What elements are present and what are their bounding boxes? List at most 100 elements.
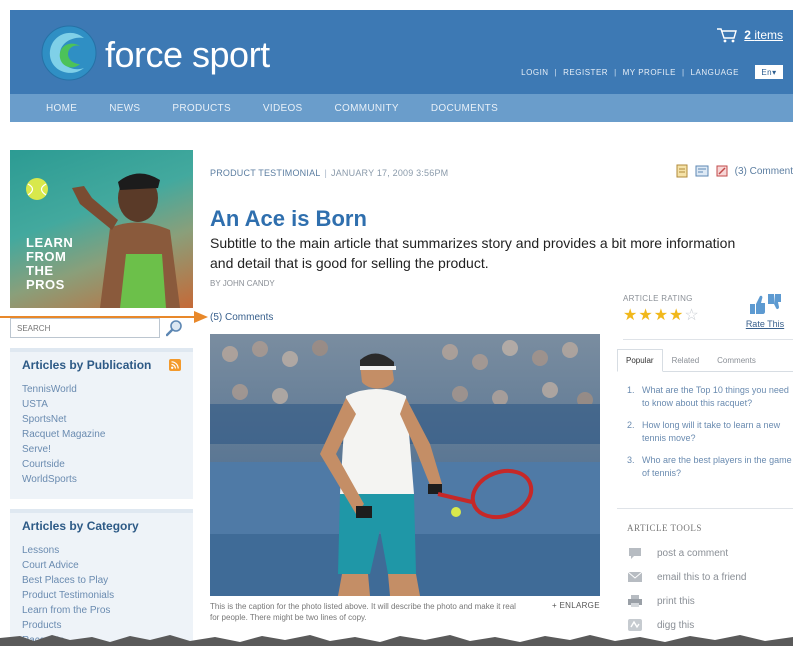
shopping-cart-icon[interactable] xyxy=(716,27,738,43)
language-label: LANGUAGE xyxy=(690,67,739,77)
star-icon[interactable]: ★ xyxy=(669,308,683,324)
cart[interactable]: 2 items xyxy=(716,27,783,43)
tennis-ball-icon xyxy=(26,178,48,200)
separator: | xyxy=(324,168,328,178)
promo-line: PROS xyxy=(26,277,65,292)
list-number: 3. xyxy=(627,455,635,465)
bookmark-icon[interactable] xyxy=(715,164,729,178)
rate-this-link[interactable]: Rate This xyxy=(746,319,784,329)
tab-bar: Popular Related Comments xyxy=(617,348,793,372)
article-date: JANUARY 17, 2009 3:56PM xyxy=(331,168,449,178)
torn-edge-decoration xyxy=(0,635,793,646)
star-icon[interactable]: ☆ xyxy=(684,308,698,324)
tool-label[interactable]: digg this xyxy=(657,620,694,631)
main-nav: HOME NEWS PRODUCTS VIDEOS COMMUNITY DOCU… xyxy=(10,94,793,122)
rss-icon[interactable] xyxy=(169,359,181,371)
list-text[interactable]: What are the Top 10 things you need to k… xyxy=(642,384,793,410)
language-select[interactable]: En ▾ xyxy=(755,65,783,79)
post-comment-tool[interactable]: post a comment xyxy=(627,541,793,565)
email-tool[interactable]: email this to a friend xyxy=(627,565,793,589)
article-meta: PRODUCT TESTIMONIAL | JANUARY 17, 2009 3:5… xyxy=(210,168,448,178)
list-item[interactable]: Serve! xyxy=(22,442,181,457)
callout-arrow xyxy=(0,311,208,323)
article-tools: ARTICLE TOOLS post a comment email this … xyxy=(617,508,793,637)
logo-icon[interactable] xyxy=(40,24,98,82)
nav-news[interactable]: NEWS xyxy=(77,103,140,114)
article-byline: BY JOHN CANDY xyxy=(210,279,275,288)
list-item[interactable]: 1. What are the Top 10 things you need to… xyxy=(627,384,793,410)
publication-title-text: Articles by Publication xyxy=(22,358,152,372)
tool-label[interactable]: print this xyxy=(657,596,695,607)
share-icon[interactable] xyxy=(695,164,709,178)
list-item[interactable]: Product Testimonials xyxy=(22,588,181,603)
publication-box-title: Articles by Publication xyxy=(22,358,181,372)
promo-banner[interactable]: LEARN FROM THE PROS xyxy=(10,150,193,308)
separator: | xyxy=(681,67,685,77)
enlarge-link[interactable]: + ENLARGE xyxy=(552,601,600,610)
rating-stars[interactable]: ★ ★ ★ ★ ☆ xyxy=(623,308,699,324)
list-item[interactable]: Lessons xyxy=(22,543,181,558)
articles-by-category: Articles by Category Lessons Court Advic… xyxy=(10,509,193,646)
tool-label[interactable]: email this to a friend xyxy=(657,572,747,583)
list-item[interactable]: 3. Who are the best players in the game o… xyxy=(627,454,793,480)
comments-link[interactable]: (5) Comments xyxy=(210,312,273,323)
top-margin xyxy=(0,0,793,10)
promo-line: LEARN xyxy=(26,235,74,250)
brand-name[interactable]: force sport xyxy=(105,34,270,76)
separator: | xyxy=(614,67,617,77)
comments-count-link[interactable]: (3) Comment xyxy=(735,166,793,177)
tab-related[interactable]: Related xyxy=(663,349,709,371)
article-rating: ARTICLE RATING ★ ★ ★ ★ ☆ Rate This xyxy=(623,290,793,340)
cart-items-link[interactable]: 2 items xyxy=(744,28,783,42)
print-tool[interactable]: print this xyxy=(627,589,793,613)
list-item[interactable]: Racquet Magazine xyxy=(22,427,181,442)
my-profile-link[interactable]: MY PROFILE xyxy=(623,68,676,77)
list-text[interactable]: Who are the best players in the game of … xyxy=(642,454,793,480)
list-item[interactable]: TennisWorld xyxy=(22,382,181,397)
article-photo[interactable] xyxy=(210,334,600,596)
register-link[interactable]: REGISTER xyxy=(563,68,608,77)
digg-icon xyxy=(628,619,642,631)
nav-community[interactable]: COMMUNITY xyxy=(303,103,399,114)
list-item[interactable]: Courtside xyxy=(22,457,181,472)
list-item[interactable]: Products xyxy=(22,618,181,633)
tab-popular[interactable]: Popular xyxy=(617,349,663,372)
list-item[interactable]: 2. How long will it take to learn a new t… xyxy=(627,419,793,445)
article-category[interactable]: PRODUCT TESTIMONIAL xyxy=(210,168,320,178)
article-title: An Ace is Born xyxy=(210,206,367,231)
separator: | xyxy=(554,67,558,77)
tool-label[interactable]: post a comment xyxy=(657,548,728,559)
star-icon[interactable]: ★ xyxy=(623,308,637,324)
utility-nav: LOGIN | REGISTER | MY PROFILE | LANGUAGE… xyxy=(521,65,783,79)
promo-line: THE xyxy=(26,263,54,278)
star-icon[interactable]: ★ xyxy=(654,308,668,324)
nav-home[interactable]: HOME xyxy=(10,103,77,114)
category-box-title: Articles by Category xyxy=(22,519,181,533)
printer-icon xyxy=(628,595,642,607)
list-item[interactable]: Learn from the Pros xyxy=(22,603,181,618)
tab-comments[interactable]: Comments xyxy=(708,349,765,371)
list-item[interactable]: Court Advice xyxy=(22,558,181,573)
thumbs-icon[interactable] xyxy=(748,292,782,316)
site-header: force sport 2 items LOGIN | REGISTER | M… xyxy=(10,10,793,94)
article-subtitle: Subtitle to the main article that summar… xyxy=(210,235,736,271)
print-icon[interactable] xyxy=(675,164,689,178)
list-item[interactable]: SportsNet xyxy=(22,412,181,427)
nav-products[interactable]: PRODUCTS xyxy=(140,103,231,114)
rating-label: ARTICLE RATING xyxy=(623,294,693,303)
rate-this[interactable]: Rate This xyxy=(745,292,785,329)
list-text[interactable]: How long will it take to learn a new ten… xyxy=(642,419,793,445)
publication-list: TennisWorld USTA SportsNet Racquet Magaz… xyxy=(22,382,181,487)
list-item[interactable]: WorldSports xyxy=(22,472,181,487)
list-item[interactable]: Best Places to Play xyxy=(22,573,181,588)
tennis-player-photo xyxy=(210,334,600,596)
list-item[interactable]: USTA xyxy=(22,397,181,412)
nav-documents[interactable]: DOCUMENTS xyxy=(399,103,498,114)
promo-line: FROM xyxy=(26,249,67,264)
photo-caption: This is the caption for the photo listed… xyxy=(210,602,516,622)
star-icon[interactable]: ★ xyxy=(638,308,652,324)
nav-videos[interactable]: VIDEOS xyxy=(231,103,303,114)
sidebar: LEARN FROM THE PROS Articles by Publicat… xyxy=(10,150,193,646)
login-link[interactable]: LOGIN xyxy=(521,68,548,77)
article-tools-title: ARTICLE TOOLS xyxy=(627,523,702,533)
